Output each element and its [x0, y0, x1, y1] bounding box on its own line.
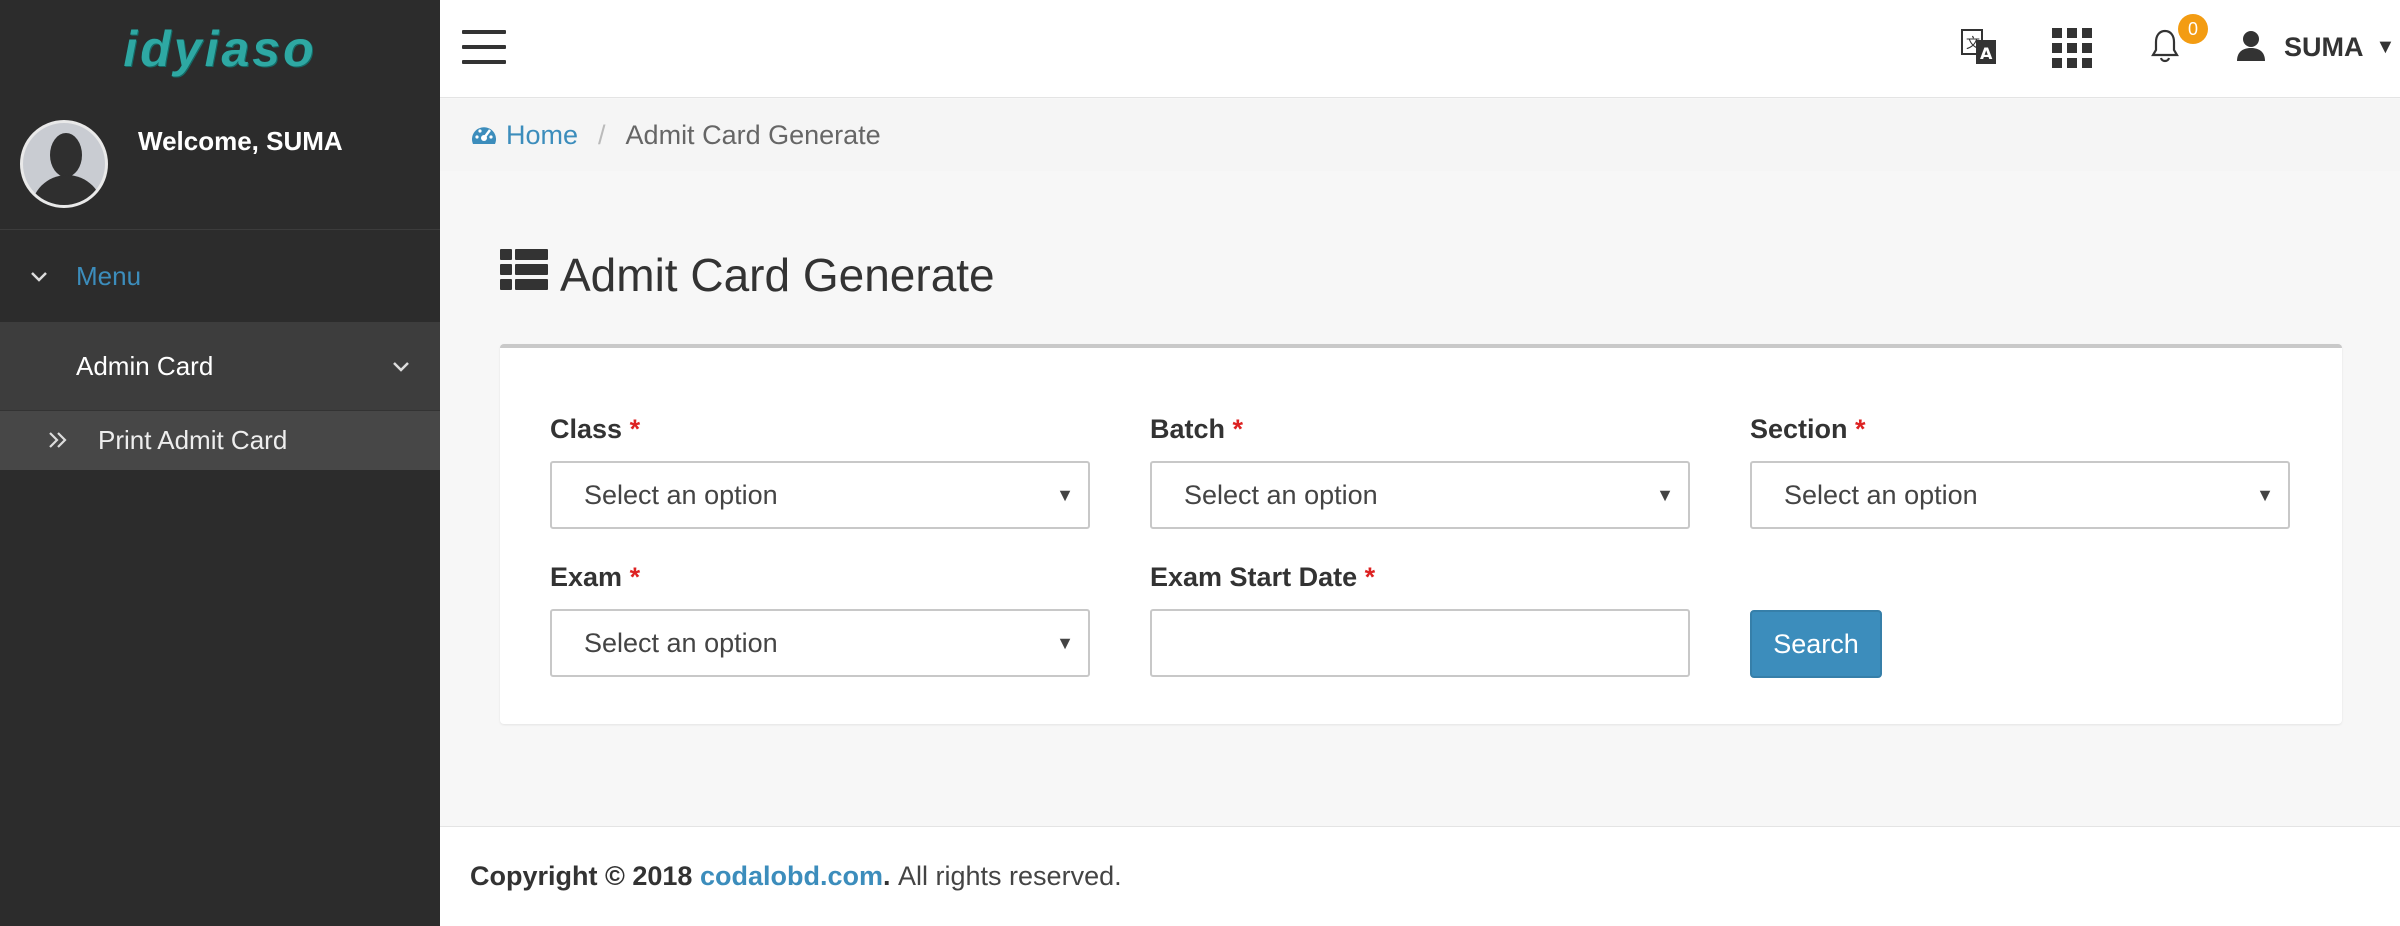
- sidebar: idyiaso Welcome, SUMA Menu Admin Card Pr…: [0, 0, 440, 926]
- svg-text:A: A: [1980, 44, 1993, 63]
- svg-text:文: 文: [1966, 36, 1980, 52]
- footer-period: .: [882, 861, 891, 891]
- footer-link[interactable]: codalobd.com: [700, 861, 883, 892]
- notification-badge: 0: [2178, 14, 2208, 44]
- batch-field: Batch * Select an option ▼: [1150, 414, 1690, 529]
- dropdown-arrow-icon: ▼: [1056, 632, 1074, 653]
- dropdown-arrow-icon: ▼: [2256, 484, 2274, 505]
- chevron-down-icon: [392, 353, 410, 379]
- section-label: Section *: [1750, 414, 1866, 444]
- breadcrumb-separator: /: [598, 119, 606, 150]
- exam-start-date-input[interactable]: [1150, 609, 1690, 677]
- chevron-down-icon: [30, 263, 76, 289]
- batch-label: Batch *: [1150, 414, 1244, 444]
- list-icon: [500, 248, 548, 302]
- dropdown-arrow-icon: ▼: [1656, 484, 1674, 505]
- exam-field: Exam * Select an option ▼: [550, 562, 1090, 677]
- class-label: Class *: [550, 414, 641, 444]
- sidebar-item-label: Admin Card: [76, 350, 214, 381]
- sidebar-subitem-print-admit-card[interactable]: Print Admit Card: [0, 410, 440, 470]
- footer: Copyright © 2018 codalobd.com. All right…: [440, 826, 2400, 926]
- avatar: [20, 119, 108, 208]
- admit-card-form-panel: Class * Select an option ▼ Batch * Selec…: [500, 344, 2342, 724]
- caret-down-icon: ▼: [2375, 35, 2396, 58]
- breadcrumb-home[interactable]: Home: [470, 120, 578, 151]
- apps-grid-icon[interactable]: [2052, 28, 2092, 68]
- exam-label: Exam *: [550, 562, 641, 592]
- logo[interactable]: idyiaso: [0, 0, 440, 98]
- dropdown-arrow-icon: ▼: [1056, 484, 1074, 505]
- search-button[interactable]: Search: [1750, 610, 1882, 678]
- logo-text: idyiaso: [123, 21, 317, 77]
- breadcrumb-current: Admit Card Generate: [625, 119, 881, 150]
- breadcrumb-home-label: Home: [506, 119, 579, 150]
- batch-select[interactable]: Select an option ▼: [1150, 461, 1690, 529]
- breadcrumb: Home / Admit Card Generate: [440, 99, 2400, 171]
- dashboard-icon: [472, 127, 496, 144]
- double-chevron-right-icon: [48, 425, 98, 456]
- section-field: Section * Select an option ▼: [1750, 414, 2290, 529]
- hamburger-menu-icon[interactable]: [462, 30, 506, 64]
- top-navbar: 文 A 0 SUMA ▼: [440, 0, 2400, 98]
- user-menu[interactable]: SUMA ▼: [2236, 30, 2395, 64]
- user-icon: [2236, 30, 2268, 64]
- exam-start-date-field: Exam Start Date *: [1150, 562, 1690, 677]
- user-profile: Welcome, SUMA: [0, 98, 440, 230]
- exam-select[interactable]: Select an option ▼: [550, 609, 1090, 677]
- class-field: Class * Select an option ▼: [550, 414, 1090, 529]
- page-title-text: Admit Card Generate: [560, 249, 995, 301]
- class-select[interactable]: Select an option ▼: [550, 461, 1090, 529]
- sidebar-subitem-label: Print Admit Card: [98, 425, 288, 455]
- user-name: SUMA: [2284, 31, 2364, 62]
- sidebar-item-admin-card[interactable]: Admin Card: [0, 322, 440, 410]
- translate-icon[interactable]: 文 A: [1960, 28, 1998, 66]
- welcome-text: Welcome, SUMA: [138, 126, 343, 156]
- menu-label: Menu: [76, 260, 142, 291]
- footer-rights: All rights reserved.: [898, 861, 1122, 891]
- copyright-text: Copyright © 2018: [470, 861, 693, 891]
- section-select[interactable]: Select an option ▼: [1750, 461, 2290, 529]
- page-title: Admit Card Generate: [500, 248, 995, 302]
- exam-start-date-label: Exam Start Date *: [1150, 562, 1376, 592]
- menu-header[interactable]: Menu: [0, 230, 440, 322]
